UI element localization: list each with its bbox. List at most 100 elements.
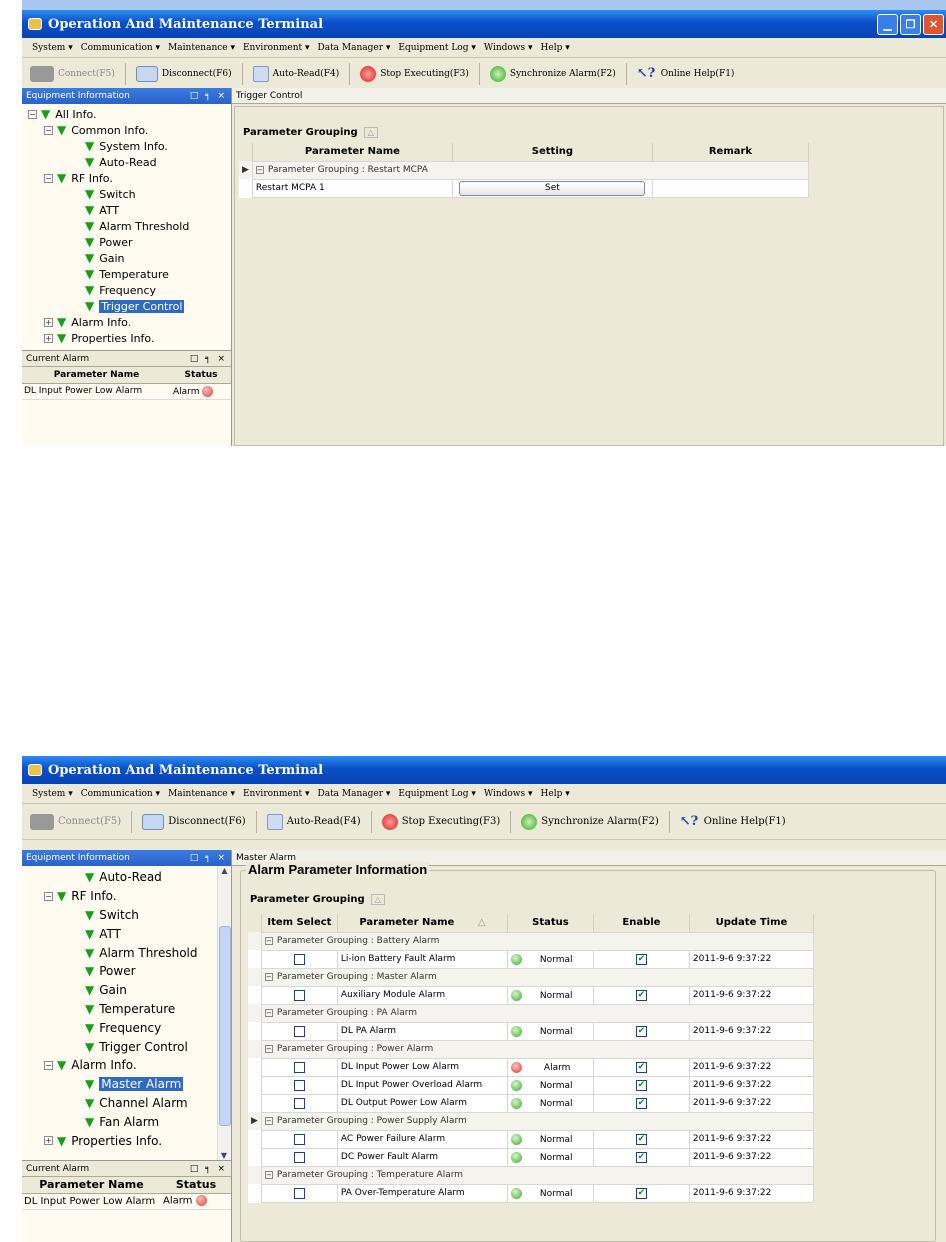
col-parameter-name[interactable]: Parameter Name xyxy=(252,143,453,161)
collapse-icon[interactable]: − xyxy=(264,1170,273,1179)
col-parameter-name[interactable]: Parameter Name xyxy=(22,367,171,384)
tree-node[interactable]: − ▼ All Info. xyxy=(28,106,231,122)
tree-node[interactable]: ▼ Temperature xyxy=(28,1000,231,1019)
table-row[interactable]: DL PA Alarm Normal ✔ 2011-9-6 9:37:22 xyxy=(248,1021,815,1041)
menu-environment[interactable]: Environment ▾ xyxy=(243,43,310,53)
stop-executing-button[interactable]: Stop Executing(F3) xyxy=(381,813,500,830)
group-row[interactable]: − Parameter Grouping : Battery Alarm xyxy=(248,931,815,951)
col-update-time[interactable]: Update Time xyxy=(689,914,815,932)
menu-windows[interactable]: Windows ▾ xyxy=(484,43,533,53)
stop-executing-button[interactable]: Stop Executing(F3) xyxy=(360,65,469,82)
item-select-checkbox[interactable] xyxy=(293,1025,305,1037)
collapse-icon[interactable]: − xyxy=(44,1060,53,1070)
collapse-icon[interactable]: − xyxy=(264,1044,273,1053)
connect-button[interactable]: Connect(F5) xyxy=(30,813,121,830)
col-setting[interactable]: Setting xyxy=(452,143,653,161)
item-select-checkbox[interactable] xyxy=(293,1097,305,1109)
collapse-icon[interactable]: − xyxy=(28,109,37,119)
expand-icon[interactable]: + xyxy=(44,333,53,343)
table-row[interactable]: Restart MCPA 1 Set xyxy=(239,178,810,198)
tree-node[interactable]: + ▼ Properties Info. xyxy=(28,1131,231,1150)
tree-node[interactable]: ▼ Power xyxy=(28,962,231,981)
synchronize-alarm-button[interactable]: Synchronize Alarm(F2) xyxy=(489,65,616,82)
col-status[interactable]: Status xyxy=(171,367,231,384)
menu-maintenance[interactable]: Maintenance ▾ xyxy=(168,43,235,53)
enable-checkbox[interactable]: ✔ xyxy=(635,1097,647,1109)
tree-node[interactable]: ▼ Auto-Read xyxy=(28,868,231,887)
table-row[interactable]: AC Power Failure Alarm Normal ✔ 2011-9-6 9:… xyxy=(248,1129,815,1149)
collapse-icon[interactable]: − xyxy=(255,165,264,174)
item-select-checkbox[interactable] xyxy=(293,1187,305,1199)
disconnect-button[interactable]: Disconnect(F6) xyxy=(142,813,246,830)
tree-node[interactable]: ▼ Fan Alarm xyxy=(28,1112,231,1131)
tree-node[interactable]: ▼ Temperature xyxy=(28,266,231,282)
enable-checkbox[interactable]: ✔ xyxy=(635,1151,647,1163)
group-by-box[interactable]: Parameter Grouping △ xyxy=(248,888,814,910)
tree-node[interactable]: ▼ Channel Alarm xyxy=(28,1094,231,1113)
menu-maintenance[interactable]: Maintenance ▾ xyxy=(168,789,235,799)
table-row[interactable]: DC Power Fault Alarm Normal ✔ 2011-9-6 9:37… xyxy=(248,1147,815,1167)
group-row[interactable]: ▶ − Parameter Grouping : Restart MCPA xyxy=(239,160,810,180)
group-row[interactable]: − Parameter Grouping : Power Alarm xyxy=(248,1039,815,1059)
collapse-icon[interactable]: − xyxy=(264,936,273,945)
synchronize-alarm-button[interactable]: Synchronize Alarm(F2) xyxy=(521,813,659,830)
col-parameter-name[interactable]: Parameter Name △ xyxy=(337,914,508,932)
col-status[interactable]: Status xyxy=(507,914,594,932)
auto-read-button[interactable]: Auto-Read(F4) xyxy=(266,813,361,830)
menu-data-manager[interactable]: Data Manager ▾ xyxy=(317,789,390,799)
table-row[interactable]: PA Over-Temperature Alarm Normal ✔ 2011-9-6… xyxy=(248,1183,815,1203)
enable-checkbox[interactable]: ✔ xyxy=(635,1187,647,1199)
menu-communication[interactable]: Communication ▾ xyxy=(81,43,160,53)
item-select-checkbox[interactable] xyxy=(293,1079,305,1091)
scroll-down-icon[interactable]: ▼ xyxy=(218,1151,230,1160)
menu-help[interactable]: Help ▾ xyxy=(541,43,570,53)
enable-checkbox[interactable]: ✔ xyxy=(635,953,647,965)
panel-controls[interactable]: □ ╕ × xyxy=(190,91,227,101)
item-select-checkbox[interactable] xyxy=(293,1061,305,1073)
tab-trigger-control[interactable]: Trigger Control xyxy=(232,88,946,104)
enable-checkbox[interactable]: ✔ xyxy=(635,1061,647,1073)
table-row[interactable]: Li-ion Battery Fault Alarm Normal ✔ 2011-9-… xyxy=(248,949,815,969)
set-button[interactable]: Set xyxy=(459,180,646,196)
collapse-icon[interactable]: − xyxy=(44,173,53,183)
menu-communication[interactable]: Communication ▾ xyxy=(81,789,160,799)
tree-node[interactable]: ▼ Auto-Read xyxy=(28,154,231,170)
enable-checkbox[interactable]: ✔ xyxy=(635,1079,647,1091)
group-row[interactable]: − Parameter Grouping : PA Alarm xyxy=(248,1003,815,1023)
group-row[interactable]: ▶ − Parameter Grouping : Power Supply Alar… xyxy=(248,1111,815,1131)
tree-node[interactable]: ▼ Alarm Threshold xyxy=(28,218,231,234)
col-parameter-name[interactable]: Parameter Name xyxy=(22,1177,161,1194)
tree-node[interactable]: ▼ Frequency xyxy=(28,1018,231,1037)
online-help-button[interactable]: ↖? Online Help(F1) xyxy=(637,66,735,82)
tree-node[interactable]: ▼ Switch xyxy=(28,186,231,202)
col-remark[interactable]: Remark xyxy=(652,143,810,161)
expand-icon[interactable]: + xyxy=(44,1136,53,1146)
table-row[interactable]: Auxiliary Module Alarm Normal ✔ 2011-9-6 9:… xyxy=(248,985,815,1005)
collapse-icon[interactable]: − xyxy=(264,1116,273,1125)
tree-node[interactable]: ▼ Trigger Control xyxy=(28,1037,231,1056)
tree-node[interactable]: ▼ Switch xyxy=(28,906,231,925)
panel-controls[interactable]: □ ╕ × xyxy=(190,354,227,364)
item-select-checkbox[interactable] xyxy=(293,989,305,1001)
collapse-icon[interactable]: − xyxy=(264,1008,273,1017)
panel-controls[interactable]: □ ╕ × xyxy=(190,853,227,863)
table-row[interactable]: DL Input Power Low Alarm Alarm xyxy=(22,1193,231,1210)
connect-button[interactable]: Connect(F5) xyxy=(30,65,115,82)
collapse-icon[interactable]: − xyxy=(44,125,53,135)
menu-data-manager[interactable]: Data Manager ▾ xyxy=(317,43,390,53)
online-help-button[interactable]: ↖? Online Help(F1) xyxy=(680,814,786,830)
menu-system[interactable]: System ▾ xyxy=(32,789,73,799)
table-row[interactable]: DL Output Power Low Alarm Normal ✔ 2011-9-6… xyxy=(248,1093,815,1113)
group-row[interactable]: − Parameter Grouping : Master Alarm xyxy=(248,967,815,987)
col-enable[interactable]: Enable xyxy=(593,914,690,932)
table-row[interactable]: DL Input Power Low Alarm Alarm ✔ 2011-9-6 9… xyxy=(248,1057,815,1077)
tree-node[interactable]: ▼ Gain xyxy=(28,250,231,266)
scroll-thumb[interactable] xyxy=(219,926,231,1126)
tree-node[interactable]: − ▼ Alarm Info. xyxy=(28,1056,231,1075)
tree-node[interactable]: ▼ Master Alarm xyxy=(28,1075,231,1094)
disconnect-button[interactable]: Disconnect(F6) xyxy=(135,65,232,82)
table-row[interactable]: DL Input Power Overload Alarm Normal ✔ 2011… xyxy=(248,1075,815,1095)
tree-node[interactable]: + ▼ Alarm Info. xyxy=(28,314,231,330)
tree-node[interactable]: ▼ System Info. xyxy=(28,138,231,154)
restore-button[interactable]: ❐ xyxy=(900,13,921,35)
